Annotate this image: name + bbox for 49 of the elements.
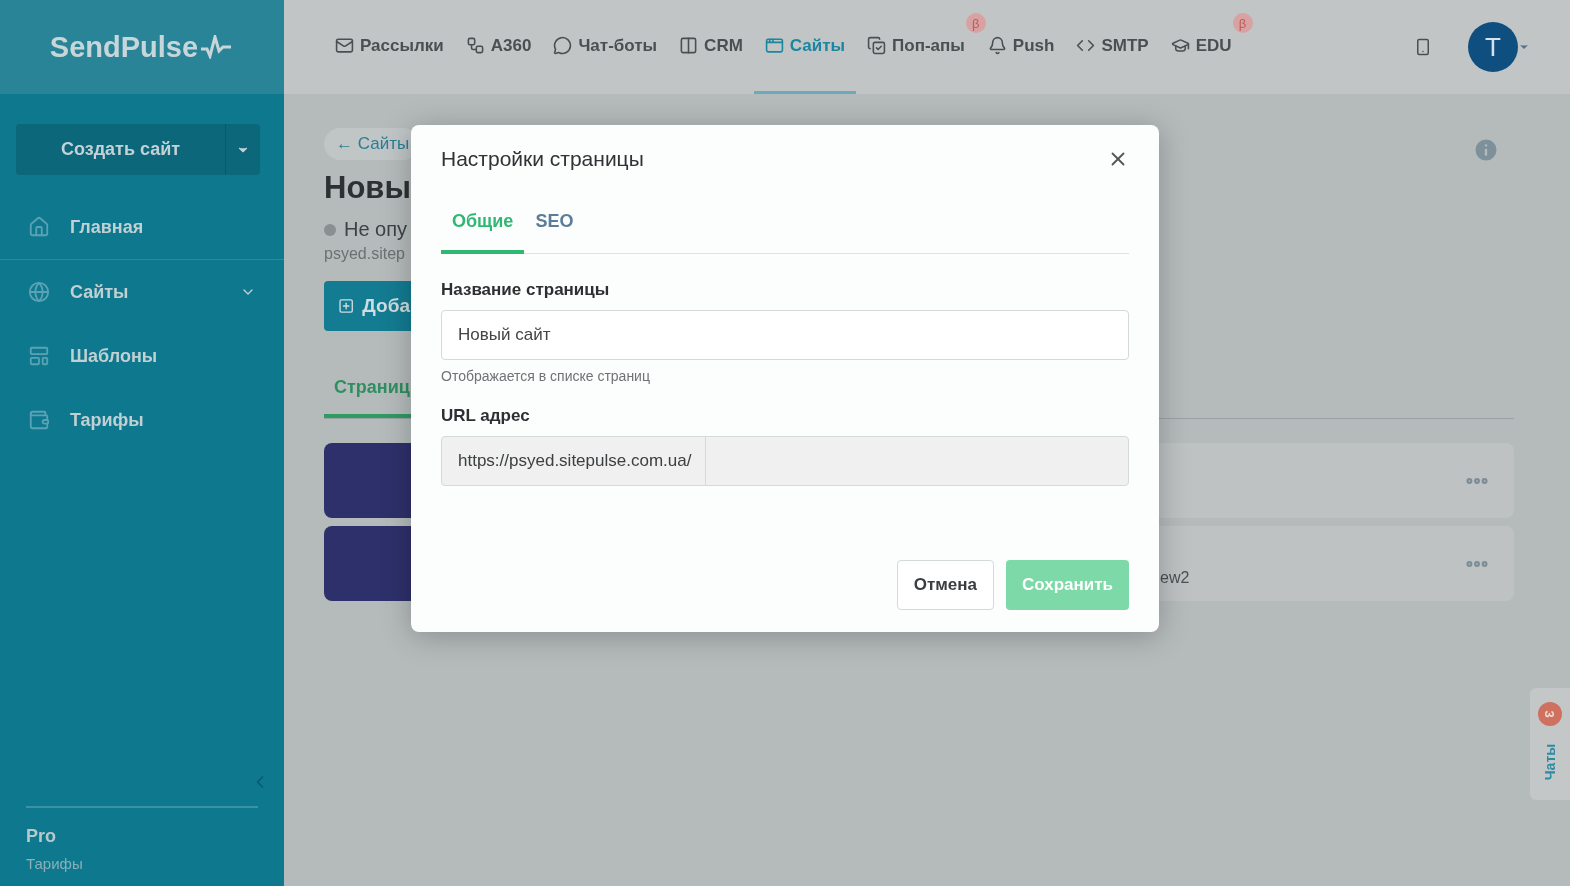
chats-label: Чаты [1542, 743, 1558, 781]
tariffs-link[interactable]: Тарифы [26, 855, 258, 872]
checked-pages-icon [867, 36, 887, 55]
wallet-icon [28, 409, 50, 431]
columns-icon [679, 36, 699, 55]
envelope-icon [335, 36, 354, 55]
phone-icon[interactable] [1414, 38, 1432, 56]
info-icon[interactable] [1472, 136, 1500, 164]
logo: SendPulse [49, 30, 199, 64]
status-text: Не опу [344, 218, 408, 241]
domain-text: psyed.sitep [324, 245, 406, 263]
graduation-cap-icon [1170, 36, 1190, 55]
nav-tab[interactable]: Поп-апы [856, 0, 965, 94]
nav-tab[interactable]: EDU [1159, 0, 1232, 94]
bell-icon [987, 36, 1007, 55]
avatar[interactable]: T [1468, 22, 1518, 72]
beta-badge: β [965, 13, 986, 33]
page-name-field[interactable]: Новый сайт [441, 310, 1129, 360]
sidebar-item[interactable]: Сайты [0, 260, 284, 324]
sidebar-item[interactable]: Тарифы [0, 388, 284, 452]
field-label: Название страницы [441, 280, 611, 300]
nodes-icon [465, 36, 485, 55]
field-label: URL адрес [441, 406, 531, 426]
nav-tab[interactable]: CRM [668, 0, 754, 94]
window-icon [764, 36, 784, 55]
plan-name: Pro [26, 826, 57, 847]
status-dot [324, 223, 336, 236]
sidebar-item[interactable]: Шаблоны [0, 324, 284, 388]
template-icon [28, 345, 50, 367]
dialog-tab[interactable]: Общие [441, 211, 525, 254]
beta-badge: β [1232, 13, 1253, 33]
cancel-button[interactable]: Отмена [896, 560, 994, 610]
nav-tab[interactable]: Сайты [753, 0, 857, 94]
dialog-tab[interactable]: SEO [524, 211, 585, 254]
globe-icon [28, 281, 50, 303]
chats-tab[interactable]: 3 Чаты [1530, 688, 1570, 800]
field-hint: Отображается в списке страниц [441, 368, 651, 384]
sidebar-item[interactable]: Главная [0, 195, 284, 259]
nav-tab[interactable]: SMTP [1065, 0, 1160, 94]
count-badge: 3 [1538, 702, 1562, 726]
row-subtitle: ew2 [1160, 569, 1190, 588]
nav-tab[interactable]: Чат-боты [542, 0, 669, 94]
dialog-title: Настройки страницы [441, 147, 644, 171]
nav-tab[interactable]: Рассылки [324, 0, 455, 94]
url-field[interactable]: https://psyed.sitepulse.com.ua/ [441, 436, 1129, 486]
nav-tab[interactable]: A360 [454, 0, 543, 94]
home-icon [28, 216, 50, 238]
chat-icon [553, 36, 573, 55]
page-title: Новы [324, 170, 412, 206]
